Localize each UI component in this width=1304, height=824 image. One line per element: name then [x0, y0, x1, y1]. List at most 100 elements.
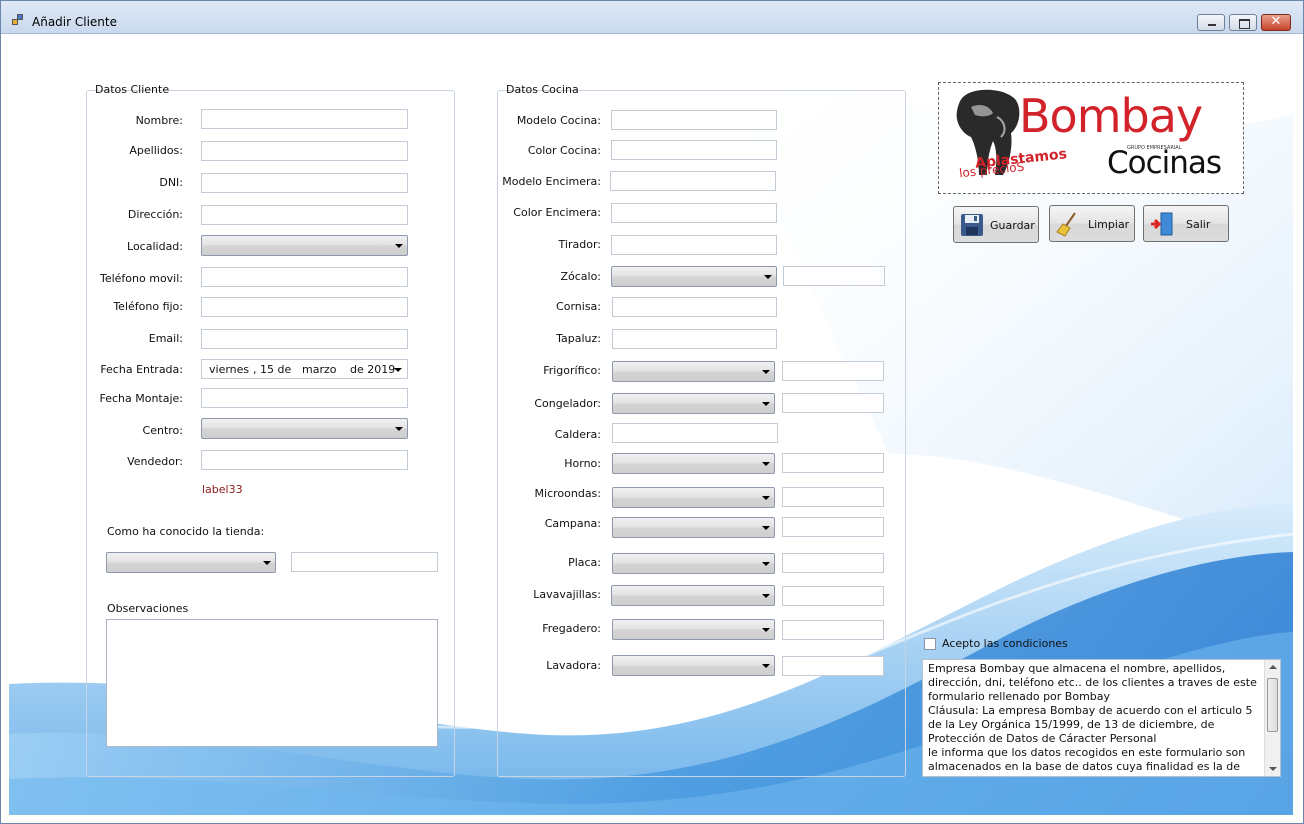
fecha-entrada-datepicker[interactable]: viernes , 15 de marzo de 2019: [201, 359, 408, 379]
tapaluz-input[interactable]: [612, 329, 777, 349]
acepto-condiciones-label: Acepto las condiciones: [942, 637, 1068, 650]
nombre-input[interactable]: [201, 109, 408, 129]
observaciones-textarea[interactable]: [106, 619, 438, 747]
placa-dropdown[interactable]: [612, 553, 775, 574]
centro-dropdown[interactable]: [201, 418, 408, 439]
chevron-down-icon: [762, 594, 770, 598]
localidad-dropdown[interactable]: [201, 235, 408, 256]
congelador-extra-input[interactable]: [782, 393, 884, 413]
horno-extra-input[interactable]: [782, 453, 884, 473]
label33: label33: [202, 483, 243, 496]
chevron-down-icon: [762, 370, 770, 374]
label-telefono-movil: Teléfono movil:: [99, 272, 183, 285]
zocalo-dropdown[interactable]: [611, 266, 777, 287]
label-color-cocina: Color Cocina:: [527, 144, 601, 157]
modelo-encimera-input[interactable]: [610, 171, 776, 191]
chevron-down-icon: [762, 628, 770, 632]
label-zocalo: Zócalo:: [560, 270, 601, 283]
campana-dropdown[interactable]: [612, 517, 775, 538]
scroll-thumb[interactable]: [1267, 678, 1278, 732]
chevron-down-icon: [762, 562, 770, 566]
telefono-movil-input[interactable]: [201, 267, 408, 287]
label-caldera: Caldera:: [554, 428, 601, 441]
label-color-encimera: Color Encimera:: [513, 206, 601, 219]
campana-extra-input[interactable]: [782, 517, 884, 537]
label-lavadora: Lavadora:: [546, 659, 601, 672]
color-cocina-input[interactable]: [611, 140, 777, 160]
bombay-logo: Bombay GRUPO EMPRESARIAL Cocinas Aplasta…: [938, 82, 1244, 194]
datos-cocina-title: Datos Cocina: [506, 83, 579, 96]
vendedor-input[interactable]: [201, 450, 408, 470]
label-centro: Centro:: [142, 424, 183, 437]
apellidos-input[interactable]: [201, 141, 408, 161]
lavadora-dropdown[interactable]: [612, 655, 775, 676]
exit-door-icon: [1151, 212, 1173, 236]
label-modelo-encimera: Modelo Encimera:: [502, 175, 601, 188]
lavavajillas-dropdown[interactable]: [611, 585, 775, 606]
label-nombre: Nombre:: [135, 114, 183, 127]
minimize-button[interactable]: [1197, 14, 1225, 31]
app-icon: [12, 14, 24, 26]
terms-textbox[interactable]: Empresa Bombay que almacena el nombre, a…: [922, 659, 1281, 777]
label-cornisa: Cornisa:: [556, 300, 601, 313]
label-tapaluz: Tapaluz:: [556, 332, 601, 345]
terms-text: Empresa Bombay que almacena el nombre, a…: [928, 662, 1257, 773]
label-campana: Campana:: [544, 517, 601, 530]
label-direccion: Dirección:: [127, 208, 183, 221]
label-fecha-montaje: Fecha Montaje:: [99, 392, 183, 405]
como-conocido-dropdown[interactable]: [106, 552, 276, 573]
fecha-montaje-input[interactable]: [201, 388, 408, 408]
terms-scrollbar[interactable]: [1264, 660, 1280, 776]
dni-input[interactable]: [201, 173, 408, 193]
scroll-up-icon[interactable]: [1269, 665, 1277, 669]
cornisa-input[interactable]: [612, 297, 777, 317]
zocalo-extra-input[interactable]: [783, 266, 885, 286]
label-fregadero: Fregadero:: [542, 622, 601, 635]
microondas-dropdown[interactable]: [612, 487, 775, 508]
close-icon: ✕: [1270, 14, 1282, 29]
maximize-button[interactable]: [1229, 14, 1257, 31]
fecha-day: , 15 de: [253, 363, 292, 376]
frigorifico-extra-input[interactable]: [782, 361, 884, 381]
direccion-input[interactable]: [201, 205, 408, 225]
tirador-input[interactable]: [611, 235, 777, 255]
como-conocido-other-input[interactable]: [291, 552, 438, 572]
close-button[interactable]: ✕: [1261, 14, 1291, 31]
caldera-input[interactable]: [612, 423, 778, 443]
label-como-conocido: Como ha conocido la tienda:: [107, 525, 265, 538]
placa-extra-input[interactable]: [782, 553, 884, 573]
guardar-button[interactable]: Guardar: [953, 206, 1039, 243]
email-input[interactable]: [201, 329, 408, 349]
label-congelador: Congelador:: [534, 397, 601, 410]
fregadero-dropdown[interactable]: [612, 619, 775, 640]
label-dni: DNI:: [159, 176, 183, 189]
label-microondas: Microondas:: [534, 487, 601, 500]
logo-brand-text: Bombay: [1019, 89, 1203, 143]
label-tirador: Tirador:: [558, 238, 601, 251]
modelo-cocina-input[interactable]: [611, 110, 777, 130]
chevron-down-icon: [764, 275, 772, 279]
microondas-extra-input[interactable]: [782, 487, 884, 507]
lavadora-extra-input[interactable]: [782, 656, 884, 676]
scroll-down-icon[interactable]: [1269, 767, 1277, 771]
color-encimera-input[interactable]: [611, 203, 777, 223]
telefono-fijo-input[interactable]: [201, 297, 408, 317]
chevron-down-icon: [395, 427, 403, 431]
chevron-down-icon: [762, 402, 770, 406]
fregadero-extra-input[interactable]: [782, 620, 884, 640]
label-email: Email:: [148, 332, 183, 345]
chevron-down-icon[interactable]: [394, 368, 402, 372]
congelador-dropdown[interactable]: [612, 393, 775, 414]
horno-dropdown[interactable]: [612, 453, 775, 474]
acepto-condiciones-checkbox[interactable]: [924, 638, 936, 650]
label-lavavajillas: Lavavajillas:: [533, 588, 601, 601]
salir-label: Salir: [1186, 218, 1211, 231]
lavavajillas-extra-input[interactable]: [782, 586, 884, 606]
frigorifico-dropdown[interactable]: [612, 361, 775, 382]
label-apellidos: Apellidos:: [129, 144, 183, 157]
fecha-month: marzo: [302, 363, 337, 376]
chevron-down-icon: [762, 526, 770, 530]
salir-button[interactable]: Salir: [1143, 205, 1229, 242]
window-title: Añadir Cliente: [32, 15, 117, 29]
limpiar-button[interactable]: Limpiar: [1049, 205, 1135, 242]
